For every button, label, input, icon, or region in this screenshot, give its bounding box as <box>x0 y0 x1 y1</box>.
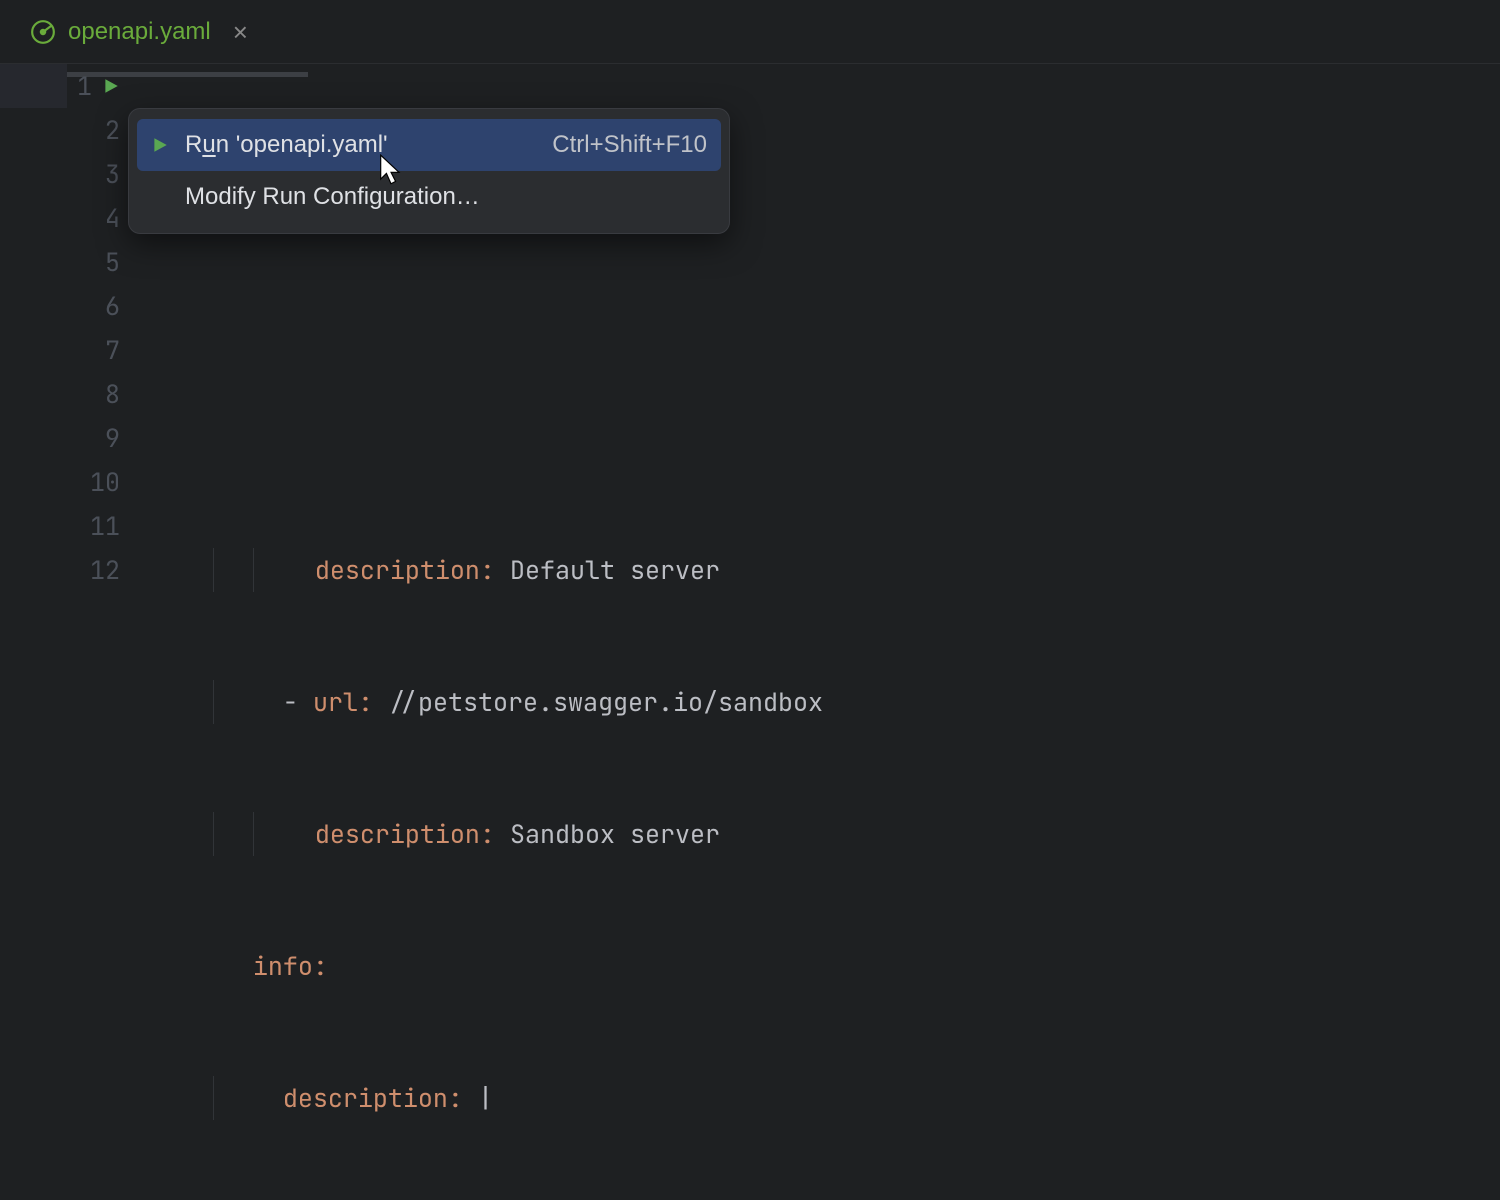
code-line[interactable]: description: Default server <box>207 548 1500 592</box>
line-number: 2 <box>105 108 120 152</box>
openapi-icon <box>30 19 56 45</box>
editor-tab[interactable]: openapi.yaml × <box>16 0 262 63</box>
line-number: 3 <box>105 152 120 196</box>
menu-item-shortcut: Ctrl+Shift+F10 <box>552 131 707 159</box>
line-number: 4 <box>105 196 120 240</box>
line-number: 8 <box>105 372 120 416</box>
gutter: 1 2 3 4 5 6 7 8 9 10 11 12 <box>0 64 140 592</box>
code-line[interactable] <box>207 284 1500 328</box>
code-editor[interactable]: 1 2 3 4 5 6 7 8 9 10 11 12 openapi: 3.1.… <box>0 64 1500 1200</box>
code-area[interactable]: openapi: 3.1.0 description: Default serv… <box>207 64 1500 1200</box>
line-number: 7 <box>105 328 120 372</box>
play-icon <box>151 136 169 154</box>
line-number: 6 <box>105 284 120 328</box>
line-number: 1 <box>77 64 92 108</box>
menu-item-run[interactable]: Run 'openapi.yaml' Ctrl+Shift+F10 <box>137 119 721 171</box>
close-icon[interactable]: × <box>233 19 248 45</box>
menu-item-label: Modify Run Configuration… <box>185 183 707 211</box>
code-line[interactable]: description: | <box>207 1076 1500 1120</box>
code-line[interactable] <box>207 416 1500 460</box>
menu-item-modify-config[interactable]: Modify Run Configuration… <box>129 171 729 223</box>
line-number: 9 <box>105 416 120 460</box>
code-line[interactable]: info: <box>207 944 1500 988</box>
tab-bar: openapi.yaml × <box>0 0 1500 64</box>
line-number: 12 <box>90 548 120 592</box>
context-menu: Run 'openapi.yaml' Ctrl+Shift+F10 Modify… <box>128 108 730 234</box>
line-number: 11 <box>90 504 120 548</box>
line-number: 5 <box>105 240 120 284</box>
code-line[interactable]: - url: //petstore.swagger.io/sandbox <box>207 680 1500 724</box>
code-line[interactable]: description: Sandbox server <box>207 812 1500 856</box>
menu-item-label: Run 'openapi.yaml' <box>185 131 536 159</box>
tab-filename: openapi.yaml <box>68 18 211 46</box>
play-icon[interactable] <box>102 77 120 95</box>
line-number: 10 <box>90 460 120 504</box>
